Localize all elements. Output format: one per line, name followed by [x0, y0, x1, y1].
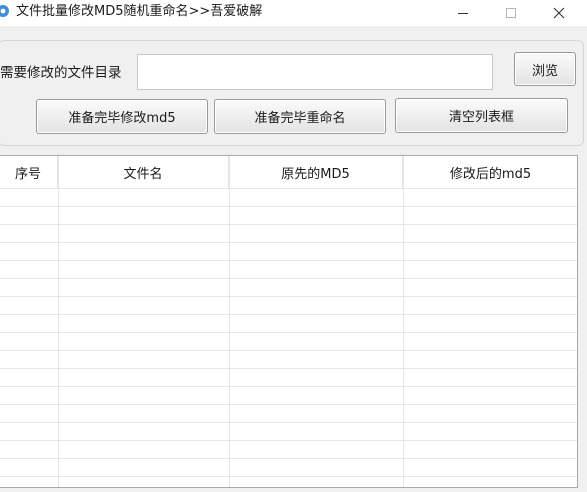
- grid-lines: [0, 156, 577, 487]
- title-bar[interactable]: 文件批量修改MD5随机重命名>>吾爱破解: [0, 0, 587, 26]
- maximize-button[interactable]: [488, 0, 534, 26]
- column-header-modified-md5[interactable]: 修改后的md5: [403, 156, 577, 188]
- close-icon: [553, 7, 565, 19]
- rename-button[interactable]: 准备完毕重命名: [214, 99, 386, 134]
- gear-icon: [0, 5, 9, 17]
- maximize-icon: [506, 8, 516, 18]
- window-title: 文件批量修改MD5随机重命名>>吾爱破解: [16, 4, 263, 19]
- close-button[interactable]: [536, 0, 582, 26]
- modify-md5-button[interactable]: 准备完毕修改md5: [36, 99, 208, 134]
- directory-label: 需要修改的文件目录: [0, 65, 122, 81]
- directory-input[interactable]: [137, 54, 493, 90]
- minimize-icon: [458, 13, 468, 14]
- browse-button[interactable]: 浏览: [514, 52, 576, 86]
- column-header-filename[interactable]: 文件名: [58, 156, 229, 188]
- file-list-table[interactable]: 序号 文件名 原先的MD5 修改后的md5: [0, 155, 578, 488]
- column-header-index[interactable]: 序号: [0, 156, 58, 188]
- clear-list-button[interactable]: 清空列表框: [395, 98, 568, 133]
- table-header: 序号 文件名 原先的MD5 修改后的md5: [0, 156, 577, 188]
- minimize-button[interactable]: [440, 0, 486, 26]
- column-header-original-md5[interactable]: 原先的MD5: [229, 156, 403, 188]
